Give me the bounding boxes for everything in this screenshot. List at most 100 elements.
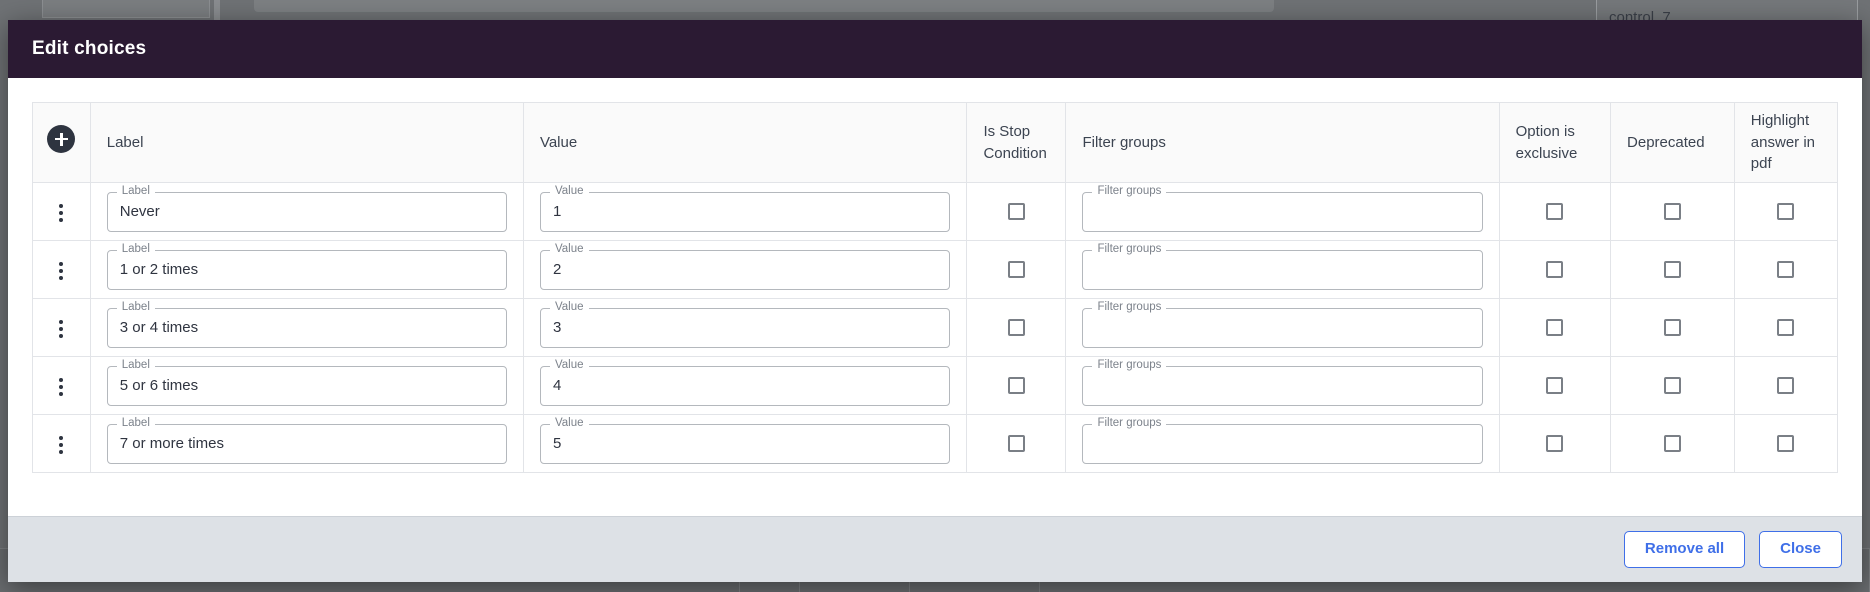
deprecated-checkbox[interactable] <box>1663 434 1681 452</box>
filter-groups-field[interactable]: Filter groups <box>1082 185 1483 232</box>
option-is-exclusive-checkbox[interactable] <box>1546 434 1564 452</box>
filter-groups-input[interactable] <box>1083 250 1482 289</box>
option-is-exclusive-checkbox[interactable] <box>1546 376 1564 394</box>
table-row: Label Value Filter groups <box>32 356 1838 415</box>
row-option-is-exclusive-cell <box>1499 182 1612 241</box>
label-field[interactable]: Label <box>106 417 507 464</box>
value-input[interactable] <box>540 308 950 347</box>
drag-handle-dots-icon[interactable] <box>49 198 73 228</box>
is-stop-condition-checkbox[interactable] <box>1007 318 1025 336</box>
edit-choices-dialog: Edit choices Label Value Is Stop Conditi… <box>8 20 1862 582</box>
is-stop-condition-checkbox[interactable] <box>1007 260 1025 278</box>
background-divider <box>214 0 220 20</box>
is-stop-condition-checkbox[interactable] <box>1007 202 1025 220</box>
remove-all-button[interactable]: Remove all <box>1623 531 1746 568</box>
dialog-title: Edit choices <box>32 38 147 59</box>
value-input[interactable] <box>540 366 950 405</box>
filter-groups-field[interactable]: Filter groups <box>1082 243 1483 290</box>
filter-groups-input[interactable] <box>1083 424 1482 463</box>
row-handle-cell <box>32 414 91 473</box>
label-field-legend: Label <box>116 243 155 255</box>
row-handle-cell <box>32 182 91 241</box>
highlight-answer-in-pdf-checkbox[interactable] <box>1777 202 1795 220</box>
table-row: Label Value Filter groups <box>32 182 1838 241</box>
label-field-legend: Label <box>116 185 155 197</box>
row-deprecated-cell <box>1610 240 1735 299</box>
label-field[interactable]: Label <box>106 243 507 290</box>
filter-groups-field-legend: Filter groups <box>1092 301 1167 313</box>
value-field[interactable]: Value <box>539 185 951 232</box>
header-option-is-exclusive: Option is exclusive <box>1499 102 1612 183</box>
dialog-body: Label Value Is Stop Condition Filter gro… <box>8 78 1862 516</box>
label-field-legend: Label <box>116 359 155 371</box>
header-filter-groups: Filter groups <box>1065 102 1500 183</box>
option-is-exclusive-checkbox[interactable] <box>1546 202 1564 220</box>
row-highlight-answer-in-pdf-cell <box>1734 415 1837 473</box>
row-option-is-exclusive-cell <box>1499 356 1612 415</box>
value-input[interactable] <box>540 192 950 231</box>
value-input[interactable] <box>540 424 950 463</box>
label-input[interactable] <box>107 308 506 347</box>
close-button[interactable]: Close <box>1759 531 1842 568</box>
row-value-cell: Value <box>523 356 968 415</box>
filter-groups-input[interactable] <box>1083 192 1482 231</box>
value-field-legend: Value <box>549 185 589 197</box>
row-label-cell: Label <box>90 182 524 241</box>
plus-icon[interactable] <box>47 125 76 154</box>
row-value-cell: Value <box>523 414 968 473</box>
header-is-stop-condition: Is Stop Condition <box>966 102 1067 183</box>
option-is-exclusive-checkbox[interactable] <box>1546 260 1564 278</box>
highlight-answer-in-pdf-checkbox[interactable] <box>1777 376 1795 394</box>
is-stop-condition-checkbox[interactable] <box>1007 434 1025 452</box>
label-input[interactable] <box>107 424 506 463</box>
highlight-answer-in-pdf-checkbox[interactable] <box>1777 434 1795 452</box>
deprecated-checkbox[interactable] <box>1663 202 1681 220</box>
row-filter-groups-cell: Filter groups <box>1065 182 1500 241</box>
header-label: Label <box>90 102 524 183</box>
filter-groups-input[interactable] <box>1083 366 1482 405</box>
filter-groups-field-legend: Filter groups <box>1092 417 1167 429</box>
label-field-legend: Label <box>116 417 155 429</box>
row-deprecated-cell <box>1610 356 1735 415</box>
option-is-exclusive-checkbox[interactable] <box>1546 318 1564 336</box>
label-field[interactable]: Label <box>106 301 507 348</box>
choices-table: Label Value Is Stop Condition Filter gro… <box>32 102 1838 473</box>
highlight-answer-in-pdf-checkbox[interactable] <box>1777 318 1795 336</box>
filter-groups-field[interactable]: Filter groups <box>1082 359 1483 406</box>
row-option-is-exclusive-cell <box>1499 414 1612 473</box>
filter-groups-field[interactable]: Filter groups <box>1082 417 1483 464</box>
row-handle-cell <box>32 356 91 415</box>
drag-handle-dots-icon[interactable] <box>49 256 73 286</box>
table-header-row: Label Value Is Stop Condition Filter gro… <box>32 102 1838 183</box>
drag-handle-dots-icon[interactable] <box>49 430 73 460</box>
label-field[interactable]: Label <box>106 359 507 406</box>
deprecated-checkbox[interactable] <box>1663 318 1681 336</box>
deprecated-checkbox[interactable] <box>1663 376 1681 394</box>
drag-handle-dots-icon[interactable] <box>49 372 73 402</box>
header-add-cell <box>32 102 91 183</box>
deprecated-checkbox[interactable] <box>1663 260 1681 278</box>
value-input[interactable] <box>540 250 950 289</box>
drag-handle-dots-icon[interactable] <box>49 314 73 344</box>
value-field[interactable]: Value <box>539 301 951 348</box>
highlight-answer-in-pdf-checkbox[interactable] <box>1777 260 1795 278</box>
value-field-legend: Value <box>549 243 589 255</box>
label-input[interactable] <box>107 366 506 405</box>
value-field[interactable]: Value <box>539 417 951 464</box>
row-filter-groups-cell: Filter groups <box>1065 298 1500 357</box>
label-field-legend: Label <box>116 301 155 313</box>
filter-groups-field-legend: Filter groups <box>1092 185 1167 197</box>
row-deprecated-cell <box>1610 182 1735 241</box>
table-row: Label Value Filter groups <box>32 240 1838 299</box>
label-input[interactable] <box>107 250 506 289</box>
value-field[interactable]: Value <box>539 359 951 406</box>
is-stop-condition-checkbox[interactable] <box>1007 376 1025 394</box>
value-field[interactable]: Value <box>539 243 951 290</box>
filter-groups-field[interactable]: Filter groups <box>1082 301 1483 348</box>
label-field[interactable]: Label <box>106 185 507 232</box>
label-input[interactable] <box>107 192 506 231</box>
filter-groups-field-legend: Filter groups <box>1092 243 1167 255</box>
row-value-cell: Value <box>523 240 968 299</box>
row-is-stop-condition-cell <box>966 240 1067 299</box>
filter-groups-input[interactable] <box>1083 308 1482 347</box>
